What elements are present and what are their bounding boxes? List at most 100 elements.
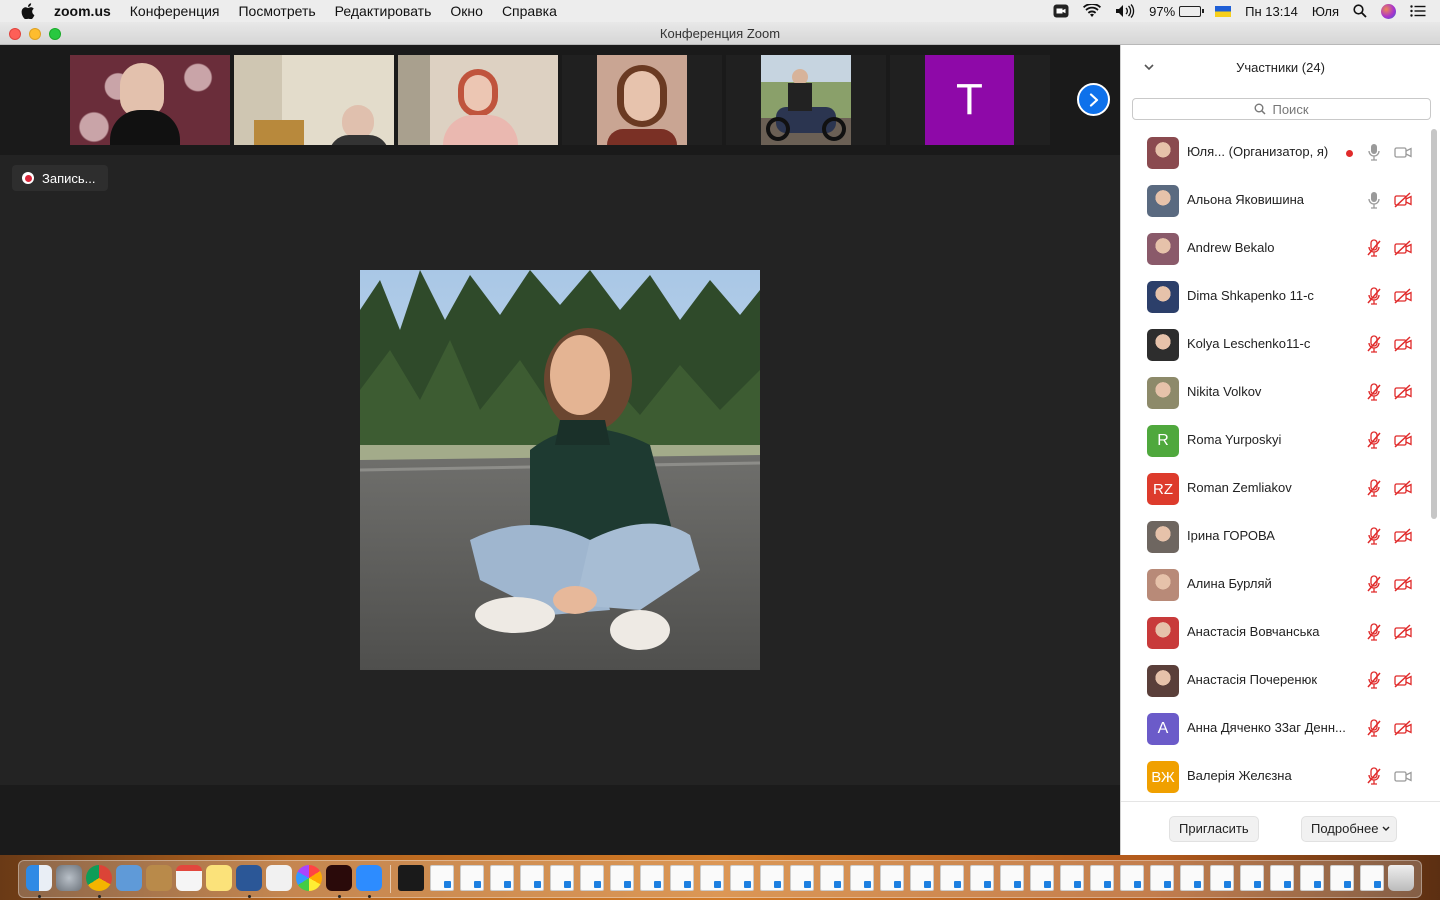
dock-file-icon[interactable] [880, 865, 904, 891]
notes-icon[interactable] [206, 865, 232, 891]
camera-off-icon[interactable] [1394, 528, 1412, 544]
participant-row[interactable]: RZ Roman Zemliakov [1121, 465, 1429, 513]
microphone-muted-icon[interactable] [1366, 335, 1382, 353]
battery-icon[interactable] [1179, 5, 1205, 17]
next-page-button[interactable] [1077, 83, 1110, 116]
notes-folder-icon[interactable] [146, 865, 172, 891]
participant-thumbnail[interactable] [398, 55, 558, 145]
camera-icon[interactable] [1394, 768, 1412, 784]
dock-file-icon[interactable] [580, 865, 604, 891]
dock-file-icon[interactable] [700, 865, 724, 891]
calendar-icon[interactable] [176, 865, 202, 891]
dock-file-icon[interactable] [1270, 865, 1294, 891]
dock-file-icon[interactable] [1000, 865, 1024, 891]
camera-off-icon[interactable] [1394, 288, 1412, 304]
dock-file-icon[interactable] [940, 865, 964, 891]
clock[interactable]: Пн 13:14 [1245, 4, 1298, 19]
menu-window[interactable]: Окно [450, 3, 483, 19]
finder-icon[interactable] [26, 865, 52, 891]
microphone-muted-icon[interactable] [1366, 671, 1382, 689]
dock-file-icon[interactable] [910, 865, 934, 891]
dock-file-icon[interactable] [1330, 865, 1354, 891]
microphone-muted-icon[interactable] [1366, 767, 1382, 785]
participant-row[interactable]: Юля... (Организатор, я) [1121, 129, 1429, 177]
camera-off-icon[interactable] [1394, 240, 1412, 256]
microphone-icon[interactable] [1366, 191, 1382, 209]
microphone-muted-icon[interactable] [1366, 239, 1382, 257]
flash-player-icon[interactable] [326, 865, 352, 891]
camera-off-icon[interactable] [1394, 672, 1412, 688]
participants-search-input[interactable]: Поиск [1132, 98, 1431, 120]
participant-thumbnail[interactable] [234, 55, 394, 145]
apple-icon[interactable] [20, 3, 36, 19]
dock-file-icon[interactable] [490, 865, 514, 891]
camera-off-icon[interactable] [1394, 384, 1412, 400]
microphone-muted-icon[interactable] [1366, 287, 1382, 305]
word-icon[interactable] [236, 865, 262, 891]
menu-conference[interactable]: Конференция [130, 3, 220, 19]
fullscreen-window-button[interactable] [49, 28, 61, 40]
dock-file-icon[interactable] [790, 865, 814, 891]
participant-row[interactable]: Алина Бурляй [1121, 561, 1429, 609]
microphone-icon[interactable] [1366, 143, 1382, 161]
close-window-button[interactable] [9, 28, 21, 40]
participant-row[interactable]: Анастасія Почеренюк [1121, 657, 1429, 705]
camera-off-icon[interactable] [1394, 624, 1412, 640]
microphone-muted-icon[interactable] [1366, 719, 1382, 737]
microphone-muted-icon[interactable] [1366, 575, 1382, 593]
dock-file-icon[interactable] [1060, 865, 1084, 891]
participant-row[interactable]: Альона Яковишина [1121, 177, 1429, 225]
ukraine-flag-icon[interactable] [1215, 5, 1232, 17]
dock-file-icon[interactable] [610, 865, 634, 891]
photos-icon[interactable] [296, 865, 322, 891]
zoom-icon[interactable] [356, 865, 382, 891]
participant-row[interactable]: Andrew Bekalo [1121, 225, 1429, 273]
menu-app-name[interactable]: zoom.us [54, 3, 111, 19]
camera-icon[interactable] [1394, 144, 1412, 160]
menu-edit[interactable]: Редактировать [335, 3, 432, 19]
dock-file-icon[interactable] [1180, 865, 1204, 891]
dock-file-icon[interactable] [820, 865, 844, 891]
dock-file-icon[interactable] [640, 865, 664, 891]
dock-file-icon[interactable] [1150, 865, 1174, 891]
dock-file-icon[interactable] [1360, 865, 1384, 891]
spotlight-search-icon[interactable] [1353, 4, 1367, 18]
notification-center-icon[interactable] [1410, 5, 1426, 17]
preview-icon[interactable] [116, 865, 142, 891]
microphone-muted-icon[interactable] [1366, 383, 1382, 401]
dock-file-icon[interactable] [460, 865, 484, 891]
dock-file-icon[interactable] [760, 865, 784, 891]
microphone-muted-icon[interactable] [1366, 623, 1382, 641]
chrome-icon[interactable] [86, 865, 112, 891]
more-button[interactable]: Подробнее [1301, 816, 1398, 842]
invite-button[interactable]: Пригласить [1169, 816, 1259, 842]
chevron-down-icon[interactable] [1143, 61, 1155, 73]
screenshot-file-icon[interactable] [398, 865, 424, 891]
camera-off-icon[interactable] [1394, 720, 1412, 736]
dock-file-icon[interactable] [520, 865, 544, 891]
participant-row[interactable]: Анастасія Вовчанська [1121, 609, 1429, 657]
reminders-icon[interactable] [266, 865, 292, 891]
dock-file-icon[interactable] [1240, 865, 1264, 891]
dock-file-icon[interactable] [1120, 865, 1144, 891]
participants-scrollbar[interactable] [1431, 129, 1437, 519]
camera-off-icon[interactable] [1394, 480, 1412, 496]
microphone-muted-icon[interactable] [1366, 431, 1382, 449]
dock-file-icon[interactable] [730, 865, 754, 891]
camera-off-icon[interactable] [1394, 576, 1412, 592]
menu-help[interactable]: Справка [502, 3, 557, 19]
recording-indicator[interactable]: Запись... [12, 165, 108, 191]
volume-icon[interactable] [1115, 4, 1135, 18]
dock-file-icon[interactable] [670, 865, 694, 891]
user-name[interactable]: Юля [1312, 4, 1339, 19]
minimize-window-button[interactable] [29, 28, 41, 40]
participant-row[interactable]: Nikita Volkov [1121, 369, 1429, 417]
participant-row[interactable]: Kolya Leschenko11-c [1121, 321, 1429, 369]
dock-file-icon[interactable] [430, 865, 454, 891]
participant-row[interactable]: Ірина ГОРОВА [1121, 513, 1429, 561]
dock-file-icon[interactable] [970, 865, 994, 891]
dock-file-icon[interactable] [1210, 865, 1234, 891]
participant-thumbnail[interactable] [726, 55, 886, 145]
dock-file-icon[interactable] [1300, 865, 1324, 891]
menu-view[interactable]: Посмотреть [238, 3, 315, 19]
